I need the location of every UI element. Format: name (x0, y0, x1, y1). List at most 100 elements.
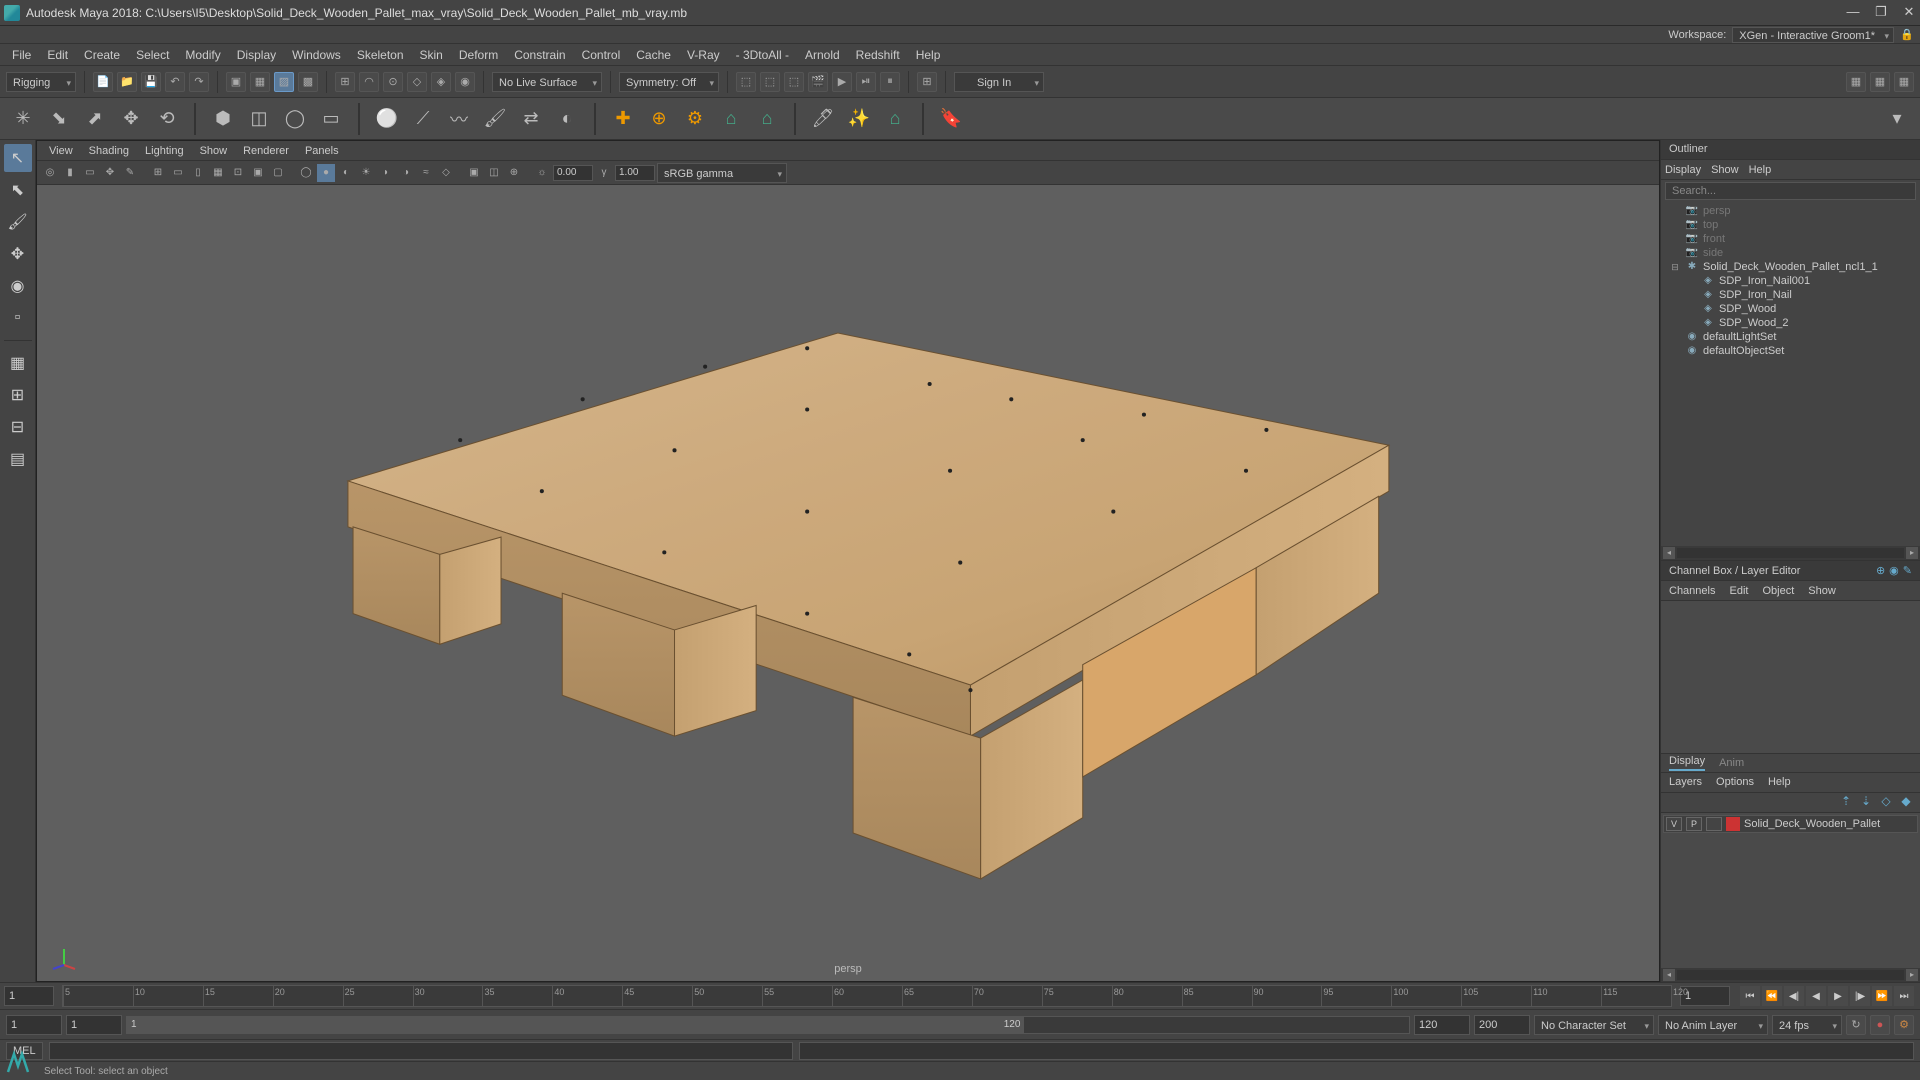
scale-tool-button[interactable]: ▫ (4, 304, 32, 332)
ch-menu-show[interactable]: Show (1808, 585, 1836, 597)
select-tool-button[interactable]: ↖ (4, 144, 32, 172)
render-frame-button[interactable]: ▶ (832, 72, 852, 92)
menu-vray[interactable]: V-Ray (679, 45, 728, 65)
layout-single-button[interactable]: ⊞ (4, 381, 32, 409)
toggle-channelbox-button[interactable]: ▦ (1846, 72, 1866, 92)
vp-shadows-icon[interactable]: ◗ (377, 164, 395, 182)
outliner-item[interactable]: 📷side (1665, 246, 1916, 260)
new-scene-button[interactable]: 📄 (93, 72, 113, 92)
shelf-mirror-icon[interactable]: ⇄ (516, 104, 546, 134)
ipr-render-button[interactable]: ⏯ (856, 72, 876, 92)
vp-menu-lighting[interactable]: Lighting (137, 143, 192, 159)
shelf-cylinder-icon[interactable]: ◯ (280, 104, 310, 134)
outliner-item[interactable]: 📷persp (1665, 204, 1916, 218)
shelf-gear-icon[interactable]: ⚙ (680, 104, 710, 134)
vp-exposure-field[interactable] (553, 165, 593, 181)
vp-aa-icon[interactable]: ◇ (437, 164, 455, 182)
layer-display-type[interactable] (1706, 817, 1722, 831)
scroll-left-icon[interactable]: ◂ (1663, 969, 1675, 981)
vp-bookmark-icon[interactable]: ▮ (61, 164, 79, 182)
step-forward-key-button[interactable]: ⏩ (1872, 986, 1892, 1006)
layer-tab-display[interactable]: Display (1669, 755, 1705, 771)
shelf-joint-icon[interactable]: ⚪ (372, 104, 402, 134)
menu-deform[interactable]: Deform (451, 45, 506, 65)
loop-button[interactable]: ↻ (1846, 1015, 1866, 1035)
layer-name[interactable]: Solid_Deck_Wooden_Pallet (1744, 818, 1880, 830)
autokey-button[interactable]: ● (1870, 1015, 1890, 1035)
snap-plane-button[interactable]: ◇ (407, 72, 427, 92)
step-back-button[interactable]: ◀| (1784, 986, 1804, 1006)
layer-menu-layers[interactable]: Layers (1669, 776, 1702, 788)
menu-edit[interactable]: Edit (39, 45, 76, 65)
ch-menu-channels[interactable]: Channels (1669, 585, 1715, 597)
menu-skeleton[interactable]: Skeleton (349, 45, 412, 65)
vp-xray-icon[interactable]: ◫ (485, 164, 503, 182)
shelf-paint-weight-icon[interactable]: 🖌 (480, 104, 510, 134)
menu-redshift[interactable]: Redshift (848, 45, 908, 65)
maximize-button[interactable]: ❐ (1874, 6, 1888, 20)
rotate-tool-button[interactable]: ◉ (4, 272, 32, 300)
shelf-select-icon[interactable]: ✳ (8, 104, 38, 134)
scroll-left-icon[interactable]: ◂ (1663, 547, 1675, 559)
outliner-menu-show[interactable]: Show (1711, 164, 1739, 176)
close-button[interactable]: ✕ (1902, 6, 1916, 20)
menu-skin[interactable]: Skin (412, 45, 451, 65)
menu-display[interactable]: Display (229, 45, 284, 65)
shelf-rotate-icon[interactable]: ⟲ (152, 104, 182, 134)
current-frame-field[interactable] (4, 986, 54, 1006)
menu-arnold[interactable]: Arnold (797, 45, 848, 65)
redo-button[interactable]: ↷ (189, 72, 209, 92)
toggle-attribute-button[interactable]: ▦ (1894, 72, 1914, 92)
undo-button[interactable]: ↶ (165, 72, 185, 92)
channelbox-icon-3[interactable]: ✎ (1903, 564, 1912, 577)
playback-end-field[interactable] (1414, 1015, 1470, 1035)
outliner-item[interactable]: ⊟✱Solid_Deck_Wooden_Pallet_ncl1_1 (1665, 260, 1916, 274)
outliner-menu-display[interactable]: Display (1665, 164, 1701, 176)
menu-modify[interactable]: Modify (177, 45, 228, 65)
play-forward-button[interactable]: ▶ (1828, 986, 1848, 1006)
menu-file[interactable]: File (4, 45, 39, 65)
vp-field-chart-icon[interactable]: ⊡ (229, 164, 247, 182)
outliner-item[interactable]: ◈SDP_Wood (1665, 302, 1916, 316)
vp-image-plane-icon[interactable]: ▭ (81, 164, 99, 182)
vp-gamma-field[interactable] (615, 165, 655, 181)
prefs-button[interactable]: ⚙ (1894, 1015, 1914, 1035)
menu-cache[interactable]: Cache (628, 45, 679, 65)
select-template-button[interactable]: ▩ (298, 72, 318, 92)
vp-menu-show[interactable]: Show (192, 143, 236, 159)
menu-help[interactable]: Help (908, 45, 949, 65)
layer-hscroll[interactable]: ◂ ▸ (1661, 968, 1920, 982)
select-object-button[interactable]: ▦ (250, 72, 270, 92)
layer-playback-toggle[interactable]: P (1686, 817, 1702, 831)
vp-transform-dropdown[interactable]: sRGB gamma (657, 163, 787, 183)
vp-2d-pan-icon[interactable]: ✥ (101, 164, 119, 182)
anim-end-field[interactable] (1474, 1015, 1530, 1035)
shelf-brush-icon[interactable]: 🖊 (808, 104, 838, 134)
outliner-item[interactable]: ◈SDP_Wood_2 (1665, 316, 1916, 330)
range-slider-handle[interactable]: 1 120 (127, 1017, 1024, 1033)
layer-visibility-toggle[interactable]: V (1666, 817, 1682, 831)
goto-start-button[interactable]: ⏮ (1740, 986, 1760, 1006)
inputs-button[interactable]: ⬚ (736, 72, 756, 92)
shelf-ik-icon[interactable]: ⟋ (408, 104, 438, 134)
vp-motion-blur-icon[interactable]: ≈ (417, 164, 435, 182)
shelf-magic-icon[interactable]: ✨ (844, 104, 874, 134)
ch-menu-edit[interactable]: Edit (1729, 585, 1748, 597)
menu-windows[interactable]: Windows (284, 45, 349, 65)
snap-grid-button[interactable]: ⊞ (335, 72, 355, 92)
symmetry-dropdown[interactable]: Symmetry: Off (619, 72, 719, 92)
lasso-tool-button[interactable]: ⬉ (4, 176, 32, 204)
step-back-key-button[interactable]: ⏪ (1762, 986, 1782, 1006)
fps-dropdown[interactable]: 24 fps (1772, 1015, 1842, 1035)
minimize-button[interactable]: — (1846, 6, 1860, 20)
outputs-button[interactable]: ⬚ (760, 72, 780, 92)
layer-menu-help[interactable]: Help (1768, 776, 1791, 788)
shelf-constraint-icon[interactable]: ⊕ (644, 104, 674, 134)
step-forward-button[interactable]: |▶ (1850, 986, 1870, 1006)
vp-grease-icon[interactable]: ✎ (121, 164, 139, 182)
shelf-cross-icon[interactable]: ✚ (608, 104, 638, 134)
layer-tab-anim[interactable]: Anim (1719, 757, 1744, 769)
outliner-item[interactable]: ◉defaultLightSet (1665, 330, 1916, 344)
render-view-button[interactable]: 🎬 (808, 72, 828, 92)
vp-shaded-icon[interactable]: ● (317, 164, 335, 182)
